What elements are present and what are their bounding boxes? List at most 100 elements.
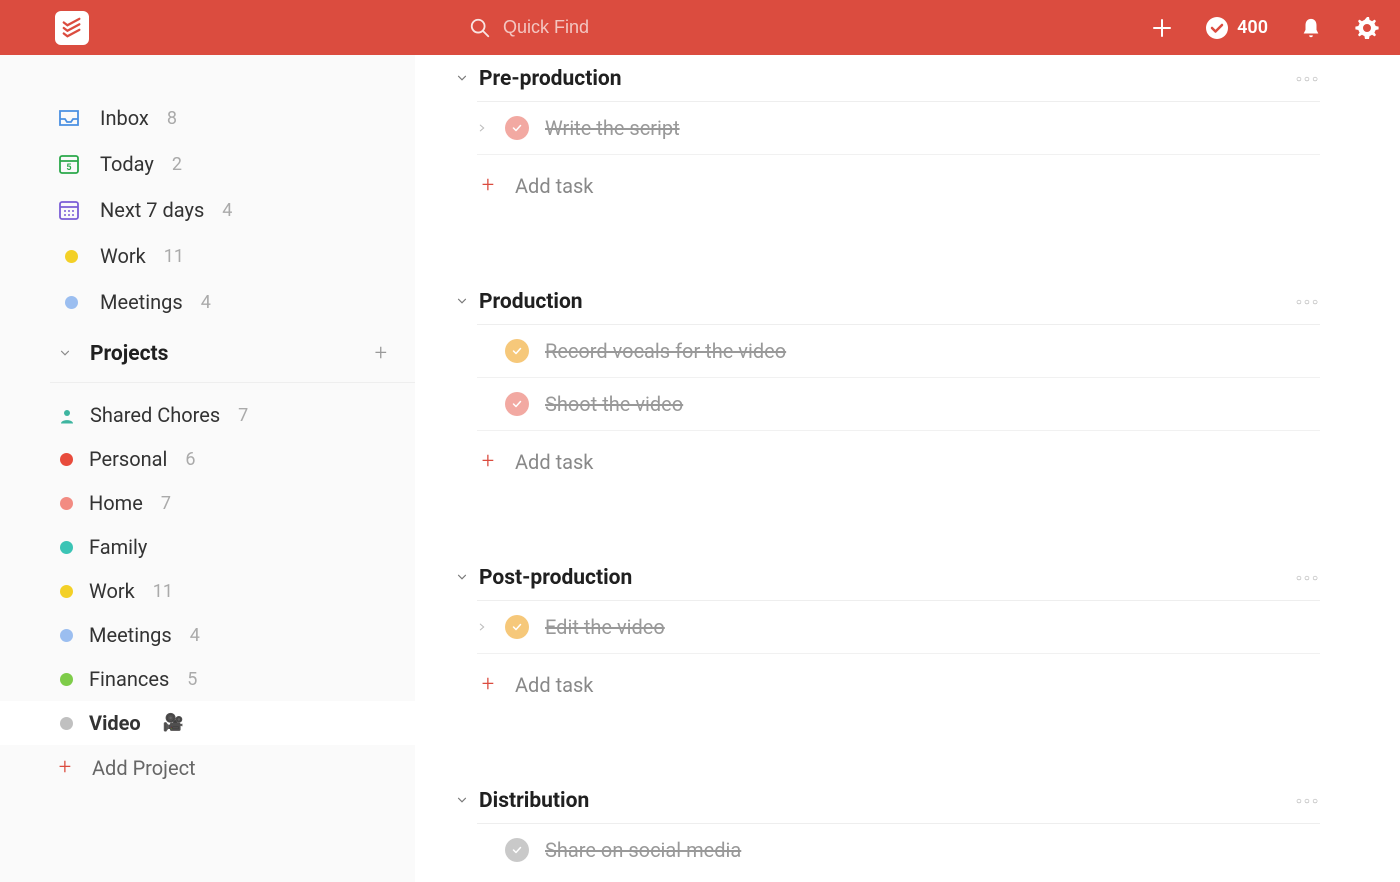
section-header[interactable]: Production ○○○ xyxy=(455,286,1320,318)
project-emoji: 🎥 xyxy=(163,713,184,733)
nav-label: Today xyxy=(100,152,154,176)
task-row[interactable]: Share on social media xyxy=(477,824,1320,876)
plus-icon: + xyxy=(477,449,499,474)
project-count: 5 xyxy=(187,669,197,690)
nav-filter-work[interactable]: Work 11 xyxy=(0,233,415,279)
section-title: Post-production xyxy=(479,566,632,590)
gear-icon xyxy=(1355,16,1379,40)
add-task-button[interactable]: + Add task xyxy=(455,654,1320,707)
calendar-icon xyxy=(56,197,82,223)
task-checkbox[interactable] xyxy=(505,339,529,363)
project-color-dot xyxy=(60,585,73,598)
svg-text:5: 5 xyxy=(66,163,71,173)
project-label: Work xyxy=(89,579,135,603)
add-task-label: Add task xyxy=(515,673,593,697)
task-name: Edit the video xyxy=(545,615,665,639)
project-item[interactable]: Home 7 xyxy=(0,481,415,525)
project-item[interactable]: Shared Chores7 xyxy=(0,393,415,437)
task-checkbox[interactable] xyxy=(505,392,529,416)
section-title: Production xyxy=(479,290,583,314)
section: Pre-production ○○○ Write the script+Add … xyxy=(455,63,1320,278)
task-row[interactable]: Record vocals for the video xyxy=(477,325,1320,378)
project-label: Finances xyxy=(89,667,169,691)
project-item[interactable]: Video 🎥 xyxy=(0,701,415,745)
nav-today[interactable]: 5 Today 2 xyxy=(0,141,415,187)
section-header[interactable]: Pre-production ○○○ xyxy=(455,63,1320,95)
projects-label: Projects xyxy=(90,342,168,366)
section-menu-button[interactable]: ○○○ xyxy=(1296,573,1320,584)
project-color-dot xyxy=(60,717,73,730)
project-item[interactable]: Work 11 xyxy=(0,569,415,613)
nav-label: Work xyxy=(100,244,146,268)
header-actions: 400 xyxy=(1149,15,1380,41)
project-label: Personal xyxy=(89,447,167,471)
section-header[interactable]: Distribution ○○○ xyxy=(455,785,1320,817)
task-row[interactable]: Shoot the video xyxy=(477,378,1320,431)
nav-label: Meetings xyxy=(100,290,183,314)
chevron-right-icon[interactable] xyxy=(477,123,489,133)
search-input[interactable] xyxy=(503,17,735,38)
divider xyxy=(50,382,415,383)
project-label: Video xyxy=(89,711,141,735)
quick-add-button[interactable] xyxy=(1149,15,1175,41)
productivity-button[interactable]: 400 xyxy=(1205,16,1268,40)
notifications-button[interactable] xyxy=(1298,15,1324,41)
task-name: Record vocals for the video xyxy=(545,339,786,363)
section-menu-button[interactable]: ○○○ xyxy=(1296,297,1320,308)
chevron-right-icon[interactable] xyxy=(477,622,489,632)
project-item[interactable]: Meetings 4 xyxy=(0,613,415,657)
task-checkbox[interactable] xyxy=(505,116,529,140)
app-logo[interactable] xyxy=(55,11,89,45)
task-checkbox[interactable] xyxy=(505,838,529,862)
project-color-dot xyxy=(60,453,73,466)
plus-icon xyxy=(1150,16,1174,40)
sidebar: Inbox 8 5 Today 2 Next 7 days 4 Work 11 xyxy=(0,55,415,882)
dot-icon xyxy=(56,243,82,269)
add-project-icon[interactable]: + xyxy=(375,341,387,366)
plus-icon: + xyxy=(477,173,499,198)
main-content: Pre-production ○○○ Write the script + Add … xyxy=(415,55,1400,882)
dot-icon xyxy=(56,289,82,315)
project-label: Meetings xyxy=(89,623,172,647)
nav-label: Next 7 days xyxy=(100,198,204,222)
nav-filter-meetings[interactable]: Meetings 4 xyxy=(0,279,415,325)
nav-count: 4 xyxy=(222,200,232,221)
section-title: Distribution xyxy=(479,789,589,813)
chevron-down-icon xyxy=(455,569,469,588)
project-label: Home xyxy=(89,491,143,515)
add-project-button[interactable]: + Add Project xyxy=(0,745,415,790)
project-count: 11 xyxy=(153,581,173,602)
nav-next7days[interactable]: Next 7 days 4 xyxy=(0,187,415,233)
project-count: 7 xyxy=(161,493,171,514)
task-row[interactable]: Edit the video xyxy=(477,601,1320,654)
bell-icon xyxy=(1300,17,1322,39)
todoist-logo-icon xyxy=(61,17,83,39)
spacer xyxy=(455,208,1320,278)
project-color-dot xyxy=(60,629,73,642)
project-count: 4 xyxy=(190,625,200,646)
section: Distribution ○○○ Share on social media xyxy=(455,785,1320,876)
nav-count: 11 xyxy=(164,246,184,267)
section-header[interactable]: Post-production ○○○ xyxy=(455,562,1320,594)
task-row[interactable]: Write the script xyxy=(477,102,1320,155)
settings-button[interactable] xyxy=(1354,15,1380,41)
project-item[interactable]: Personal 6 xyxy=(0,437,415,481)
nav-count: 2 xyxy=(172,154,182,175)
section: Post-production ○○○ Edit the video + Add t… xyxy=(455,562,1320,777)
projects-header[interactable]: Projects + xyxy=(0,331,415,376)
project-item[interactable]: Family xyxy=(0,525,415,569)
search-container xyxy=(469,17,735,39)
project-count: 6 xyxy=(185,449,195,470)
section-menu-button[interactable]: ○○○ xyxy=(1296,796,1320,807)
today-icon: 5 xyxy=(56,151,82,177)
project-color-dot xyxy=(60,541,73,554)
plus-icon: + xyxy=(477,672,499,697)
section-menu-button[interactable]: ○○○ xyxy=(1296,74,1320,85)
add-task-button[interactable]: +Add task xyxy=(455,155,1320,208)
add-task-button[interactable]: +Add task xyxy=(455,431,1320,484)
search-icon xyxy=(469,17,491,39)
project-item[interactable]: Finances 5 xyxy=(0,657,415,701)
project-label: Family xyxy=(89,535,147,559)
nav-inbox[interactable]: Inbox 8 xyxy=(0,95,415,141)
task-checkbox[interactable] xyxy=(505,615,529,639)
